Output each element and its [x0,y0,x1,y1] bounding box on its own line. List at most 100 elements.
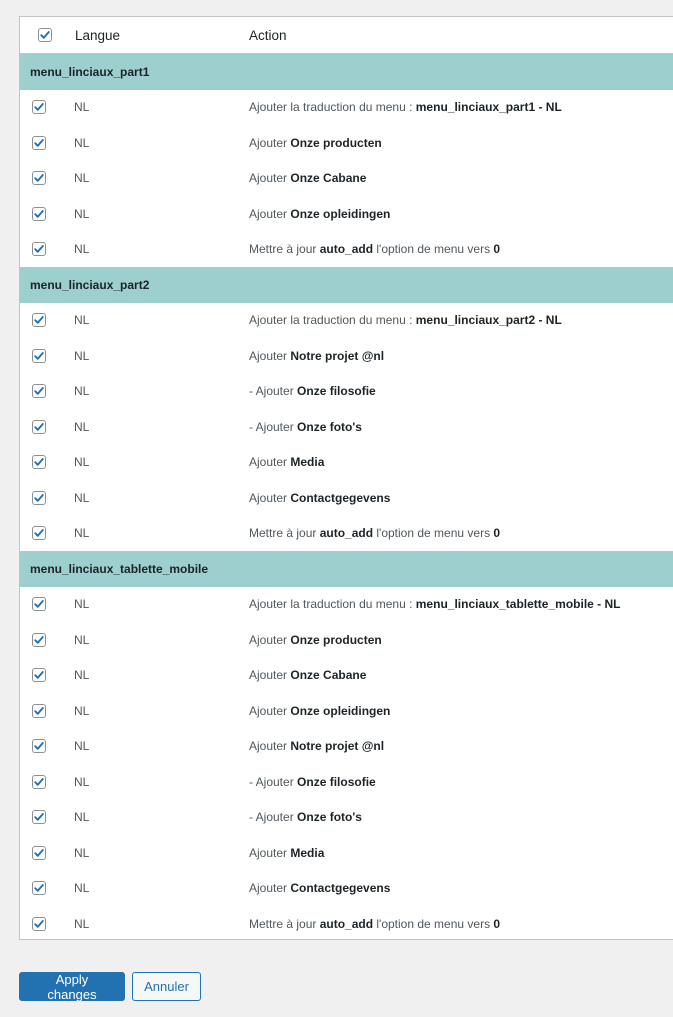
checkmark-icon [34,138,44,147]
row-language: NL [74,632,90,647]
checkmark-icon [34,600,44,608]
action-value: 0 [493,916,501,931]
checkmark-icon [34,706,44,715]
action-prefix: - Ajouter [249,419,298,434]
action-item: Onze filosofie [297,774,376,789]
group-name: menu_linciaux_part1 [30,64,150,79]
checkmark-icon [34,174,44,182]
checkmark-icon [34,635,44,644]
apply-changes-button[interactable]: Apply changes [19,972,125,1002]
row-action: Ajouter Media [249,455,324,469]
group-name: menu_linciaux_part2 [30,277,150,292]
row-action: Ajouter la traduction du menu : menu_lin… [249,313,562,327]
row-checkbox[interactable] [32,171,46,186]
table-row: NL Ajouter Onze producten [20,622,673,658]
action-prefix: - Ajouter [249,810,298,825]
row-checkbox[interactable] [32,384,46,399]
row-language: NL [74,419,90,434]
action-prefix: Ajouter [249,455,291,470]
row-action: Ajouter Onze producten [249,136,382,150]
action-value: 0 [493,242,501,257]
action-prefix: Mettre à jour [249,526,320,541]
action-item: Media [290,455,325,470]
action-prefix: - Ajouter [249,384,298,399]
row-checkbox[interactable] [32,810,46,825]
row-checkbox[interactable] [32,632,46,647]
action-item: Onze opleidingen [290,703,391,718]
action-prefix: Ajouter la traduction du menu : [249,313,416,328]
row-action: Ajouter la traduction du menu : menu_lin… [249,100,562,114]
row-action: Ajouter Onze Cabane [249,668,366,682]
table-body: menu_linciaux_part1 NL Ajouter la traducti… [20,54,673,942]
row-language: NL [74,242,90,257]
row-checkbox[interactable] [32,774,46,789]
row-checkbox[interactable] [32,348,46,363]
action-prefix: Ajouter [249,206,291,221]
row-action: Ajouter Notre projet @nl [249,349,384,363]
action-value: 0 [493,526,501,541]
row-action: Ajouter Onze opleidingen [249,207,390,221]
row-checkbox[interactable] [32,313,46,328]
action-prefix: Ajouter [249,703,291,718]
action-item: Onze foto's [297,419,362,434]
row-checkbox[interactable] [32,490,46,505]
action-prefix: Ajouter [249,881,291,896]
row-checkbox[interactable] [32,242,46,257]
row-action: Ajouter Media [249,846,324,860]
checkmark-icon [34,209,44,218]
row-action: - Ajouter Onze foto's [249,810,362,824]
action-item: Onze producten [290,632,382,647]
action-item: auto_add [319,242,374,257]
row-checkbox[interactable] [32,668,46,683]
row-checkbox[interactable] [32,916,46,931]
table-row: NL - Ajouter Onze foto's [20,800,673,836]
row-checkbox[interactable] [32,455,46,470]
table-row: NL Ajouter Contactgegevens [20,871,673,907]
action-prefix: Ajouter [249,348,291,363]
checkmark-icon [34,848,44,857]
row-language: NL [74,135,90,150]
action-prefix: Ajouter [249,171,291,186]
row-checkbox[interactable] [32,100,46,115]
action-suffix: l'option de menu vers [373,916,494,931]
column-header-action: Action [249,27,287,43]
row-checkbox[interactable] [32,739,46,754]
action-item: Onze filosofie [297,384,376,399]
checkmark-icon [40,31,50,39]
row-checkbox[interactable] [32,419,46,434]
select-all-checkbox[interactable] [38,28,52,42]
row-language: NL [74,313,90,328]
table-row: NL - Ajouter Onze filosofie [20,764,673,800]
row-language: NL [74,100,90,115]
row-checkbox[interactable] [32,703,46,718]
row-language: NL [74,845,90,860]
table-row: NL Ajouter Contactgegevens [20,480,673,516]
row-action: Ajouter la traduction du menu : menu_lin… [249,597,620,611]
table-row: NL Mettre à jour auto_add l'option de men… [20,516,673,552]
table-row: NL Ajouter la traduction du menu : menu_l… [20,303,673,339]
row-action: Ajouter Notre projet @nl [249,739,384,753]
row-language: NL [74,810,90,825]
checkmark-icon [34,884,44,892]
row-checkbox[interactable] [32,597,46,612]
group-row: menu_linciaux_part1 [20,54,673,90]
row-action: Ajouter Contactgegevens [249,881,390,895]
group-row: menu_linciaux_part2 [20,267,673,303]
row-checkbox[interactable] [32,881,46,896]
row-checkbox[interactable] [32,206,46,221]
table-row: NL Ajouter Onze Cabane [20,161,673,197]
row-action: - Ajouter Onze foto's [249,420,362,434]
row-checkbox[interactable] [32,135,46,150]
checkmark-icon [34,493,44,502]
row-checkbox[interactable] [32,526,46,541]
action-item: auto_add [319,526,374,541]
checkmark-icon [34,316,44,324]
cancel-button[interactable]: Annuler [132,972,201,1001]
form-actions: Apply changes Annuler [19,972,201,1002]
row-checkbox[interactable] [32,845,46,860]
row-language: NL [74,739,90,754]
action-item: Media [290,845,325,860]
row-action: Mettre à jour auto_add l'option de menu … [249,917,500,931]
action-item: Onze Cabane [290,171,367,186]
changes-table: Langue Action menu_linciaux_part1 NL Ajout… [19,16,673,940]
